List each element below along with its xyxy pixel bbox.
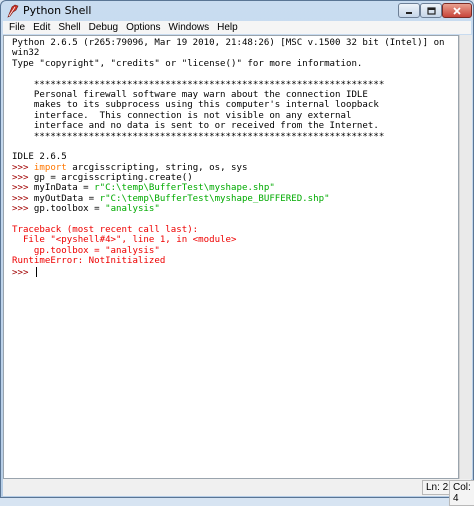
shell-text-area[interactable]: Python 2.6.5 (r265:79096, Mar 19 2010, 2… (3, 35, 459, 479)
prompt: >>> (12, 173, 34, 184)
close-button[interactable] (442, 3, 472, 18)
traceback-line: RuntimeError: NotInitialized (12, 256, 456, 266)
command-line: >>> myOutData = r"C:\temp\BufferTest\mys… (12, 194, 456, 204)
notice-line: Personal firewall software may warn abou… (12, 90, 456, 100)
code-token: gp = arcgisscripting.create() (33, 173, 193, 184)
notice-text: Personal firewall software may warn abou… (12, 89, 368, 100)
traceback-text: File "<pyshell#4>", line 1, in <module> (12, 235, 237, 246)
traceback-text: Traceback (most recent call last): (12, 225, 199, 236)
text-cursor (35, 266, 37, 277)
window-title: Python Shell (23, 4, 92, 17)
code-token: gp.toolbox = (33, 204, 106, 215)
header-line: Python 2.6.5 (r265:79096, Mar 19 2010, 2… (12, 38, 456, 48)
close-icon (453, 6, 461, 15)
code-token: arcgisscripting, string, os, sys (66, 162, 248, 173)
python-shell-window: Python Shell File Edit Shell Debug Options Wi… (0, 0, 474, 506)
notice-line: ****************************************… (12, 132, 456, 142)
header-line: win32 (12, 48, 456, 58)
code-token: myOutData = (33, 193, 100, 204)
column-indicator: Col: 4 (449, 480, 474, 506)
notice-text: ****************************************… (12, 131, 385, 142)
code-token: r"C:\temp\BufferTest\myshape_BUFFERED.sh… (99, 193, 330, 204)
code-token: r"C:\temp\BufferTest\myshape.shp" (94, 183, 275, 194)
command-line: >>> gp = arcgisscripting.create() (12, 173, 456, 183)
current-prompt-line: >>> (12, 266, 456, 278)
menu-debug[interactable]: Debug (85, 22, 122, 33)
traceback-line: gp.toolbox = "analysis" (12, 246, 456, 256)
notice-text: ****************************************… (12, 79, 385, 90)
notice-line: interface and no data is sent to or rece… (12, 121, 456, 131)
menu-help[interactable]: Help (213, 22, 242, 33)
status-bar: Ln: 22 Col: 4 (3, 479, 474, 506)
command-line: >>> gp.toolbox = "analysis" (12, 204, 456, 214)
menu-options[interactable]: Options (122, 22, 164, 33)
prompt: >>> (12, 204, 34, 215)
header-text: Python 2.6.5 (r265:79096, Mar 19 2010, 2… (12, 38, 445, 48)
minimize-button[interactable] (398, 3, 420, 18)
minimize-icon (406, 11, 412, 14)
header-line: Type "copyright", "credits" or "license(… (12, 59, 456, 69)
notice-line: makes to its subprocess using this compu… (12, 100, 456, 110)
traceback-text: gp.toolbox = "analysis" (12, 245, 160, 256)
code-token: import (33, 162, 67, 173)
notice-text: makes to its subprocess using this compu… (12, 100, 379, 111)
code-token: myInData = (33, 183, 95, 194)
maximize-button[interactable] (420, 3, 442, 18)
menu-bar: File Edit Shell Debug Options Windows Help (3, 21, 471, 34)
menu-file[interactable]: File (3, 22, 29, 33)
maximize-icon (426, 6, 436, 15)
notice-line: interface. This connection is not visibl… (12, 111, 456, 121)
code-token: "analysis" (105, 204, 160, 215)
header-text: Type "copyright", "credits" or "license(… (12, 58, 363, 69)
traceback-text: RuntimeError: NotInitialized (12, 256, 166, 267)
prompt: >>> (12, 193, 34, 204)
prompt: >>> (12, 267, 34, 278)
title-bar[interactable]: Python Shell (1, 1, 473, 21)
vertical-scrollbar[interactable] (459, 35, 472, 479)
idle-version: IDLE 2.6.5 (12, 152, 67, 163)
notice-line: ****************************************… (12, 80, 456, 90)
prompt: >>> (12, 162, 34, 173)
notice-text: interface. This connection is not visibl… (12, 110, 352, 121)
header-text: win32 (12, 48, 40, 59)
python-feather-icon (7, 4, 19, 18)
menu-windows[interactable]: Windows (165, 22, 214, 33)
traceback-line: Traceback (most recent call last): (12, 225, 456, 235)
prompt: >>> (12, 183, 34, 194)
traceback-line: File "<pyshell#4>", line 1, in <module> (12, 235, 456, 245)
command-line: >>> myInData = r"C:\temp\BufferTest\mysh… (12, 183, 456, 193)
menu-shell[interactable]: Shell (54, 22, 84, 33)
shell-output: Python 2.6.5 (r265:79096, Mar 19 2010, 2… (12, 38, 456, 278)
menu-edit[interactable]: Edit (29, 22, 54, 33)
notice-text: interface and no data is sent to or rece… (12, 121, 379, 132)
version-line: IDLE 2.6.5 (12, 152, 456, 162)
command-line: >>> import arcgisscripting, string, os, … (12, 163, 456, 173)
